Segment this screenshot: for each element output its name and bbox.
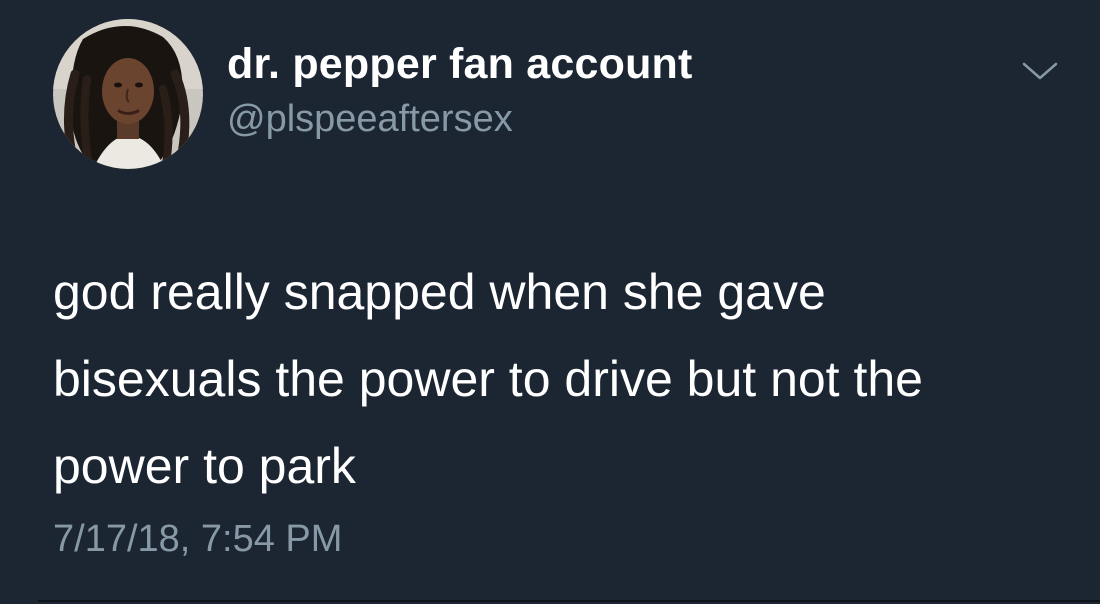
chevron-down-icon[interactable] (1018, 56, 1062, 86)
tweet-text-line: bisexuals the power to drive but not the (53, 351, 923, 407)
tweet-text: god really snapped when she gave bisexua… (53, 249, 1073, 510)
user-handle[interactable]: @plspeeaftersex (227, 98, 513, 141)
tweet-card: dr. pepper fan account @plspeeaftersex g… (0, 0, 1100, 604)
profile-photo-icon (53, 19, 203, 169)
tweet-text-line: power to park (53, 438, 356, 494)
display-name[interactable]: dr. pepper fan account (227, 40, 693, 89)
tweet-timestamp[interactable]: 7/17/18, 7:54 PM (53, 518, 342, 561)
tweet-text-line: god really snapped when she gave (53, 264, 826, 320)
avatar[interactable] (53, 19, 203, 169)
divider (38, 600, 1100, 602)
